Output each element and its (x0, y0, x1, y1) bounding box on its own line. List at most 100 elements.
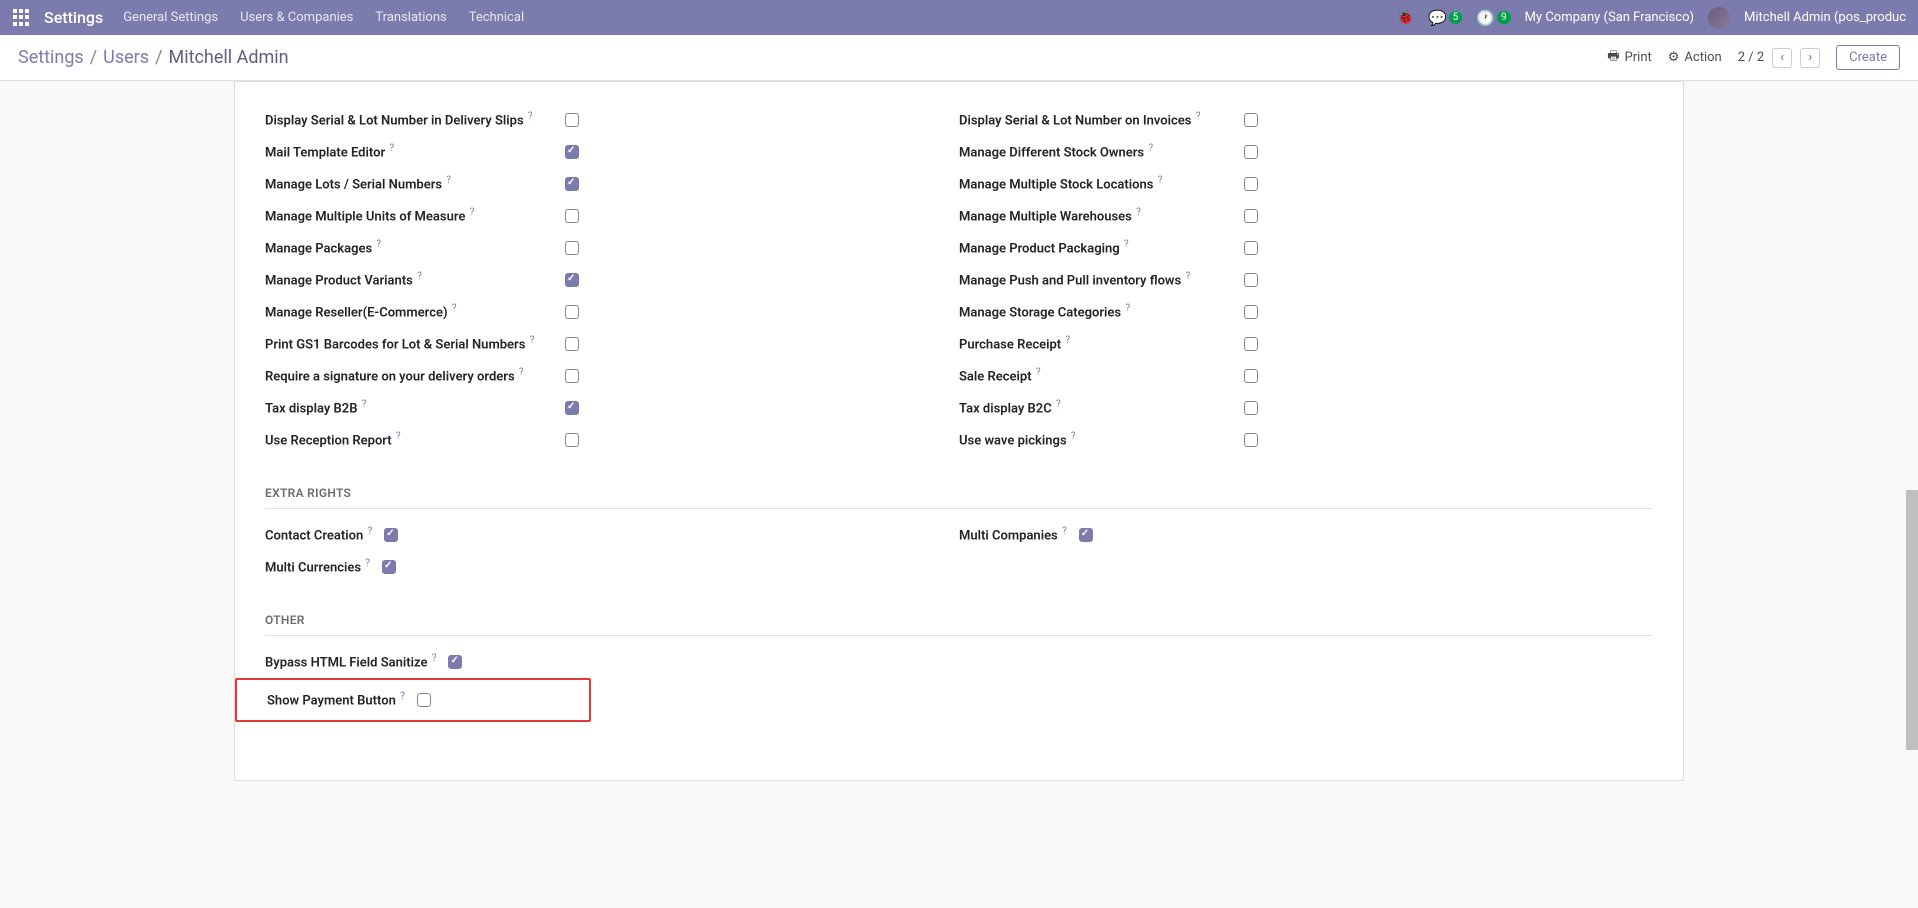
field-label: Multi Companies ? (959, 526, 1067, 543)
avatar[interactable] (1708, 7, 1730, 29)
help-icon[interactable]: ? (1136, 207, 1141, 218)
checkbox[interactable] (565, 401, 579, 415)
messages-icon[interactable]: 💬5 (1428, 9, 1462, 27)
field-label: Manage Storage Categories ? (959, 303, 1244, 320)
checkbox[interactable] (1244, 337, 1258, 351)
apps-icon[interactable] (12, 8, 32, 28)
help-icon[interactable]: ? (1071, 431, 1076, 442)
help-icon[interactable]: ? (528, 111, 533, 122)
help-icon[interactable]: ? (1148, 143, 1153, 154)
checkbox[interactable] (565, 369, 579, 383)
help-icon[interactable]: ? (1056, 399, 1061, 410)
checkbox[interactable] (565, 177, 579, 191)
help-icon[interactable]: ? (376, 239, 381, 250)
checkbox[interactable] (565, 113, 579, 127)
print-button[interactable]: 🖶Print (1607, 47, 1651, 69)
checkbox[interactable] (1244, 433, 1258, 447)
field-label: Manage Reseller(E-Commerce) ? (265, 303, 565, 320)
checkbox[interactable] (565, 273, 579, 287)
field-row: Use Reception Report ? (265, 424, 959, 456)
field-label: Print GS1 Barcodes for Lot & Serial Numb… (265, 335, 565, 352)
help-icon[interactable]: ? (1124, 239, 1129, 250)
field-label: Manage Multiple Stock Locations ? (959, 175, 1244, 192)
create-button[interactable]: Create (1836, 45, 1900, 70)
checkbox[interactable] (417, 693, 431, 707)
activities-icon[interactable]: 🕐9 (1476, 9, 1510, 27)
help-icon[interactable]: ? (1036, 367, 1041, 378)
help-icon[interactable]: ? (365, 558, 370, 569)
field-label: Manage Multiple Warehouses ? (959, 207, 1244, 224)
help-icon[interactable]: ? (1196, 111, 1201, 122)
checkbox[interactable] (1244, 177, 1258, 191)
field-label: Sale Receipt ? (959, 367, 1244, 384)
field-row: Show Payment Button ? (267, 684, 589, 716)
checkbox[interactable] (565, 305, 579, 319)
checkbox[interactable] (565, 337, 579, 351)
field-row: Manage Product Variants ? (265, 264, 959, 296)
checkbox[interactable] (565, 145, 579, 159)
user-name[interactable]: Mitchell Admin (pos_produc (1744, 10, 1906, 25)
help-icon[interactable]: ? (1062, 526, 1067, 537)
gear-icon: ⚙ (1668, 50, 1680, 65)
checkbox[interactable] (448, 655, 462, 669)
company-selector[interactable]: My Company (San Francisco) (1525, 10, 1694, 25)
checkbox[interactable] (1244, 113, 1258, 127)
pager-prev[interactable]: ‹ (1772, 48, 1792, 68)
field-label: Multi Currencies ? (265, 558, 370, 575)
field-row: Purchase Receipt ? (959, 328, 1653, 360)
checkbox[interactable] (384, 528, 398, 542)
toolbar-right: 🖶Print ⚙Action 2 / 2 ‹ › Create (1607, 45, 1900, 70)
help-icon[interactable]: ? (367, 526, 372, 537)
field-row: Manage Packages ? (265, 232, 959, 264)
form-sheet: Delivery Address ?Display Serial & Lot N… (234, 81, 1684, 781)
help-icon[interactable]: ? (1125, 303, 1130, 314)
field-row: Print GS1 Barcodes for Lot & Serial Numb… (265, 328, 959, 360)
help-icon[interactable]: ? (446, 175, 451, 186)
field-label: Display Serial & Lot Number in Delivery … (265, 111, 565, 128)
help-icon[interactable]: ? (470, 207, 475, 218)
pager-next[interactable]: › (1800, 48, 1820, 68)
help-icon[interactable]: ? (1065, 335, 1070, 346)
brand[interactable]: Settings (44, 8, 103, 27)
checkbox[interactable] (1079, 528, 1093, 542)
help-icon[interactable]: ? (452, 303, 457, 314)
debug-icon[interactable]: 🐞 (1397, 10, 1414, 26)
checkbox[interactable] (1244, 305, 1258, 319)
help-icon[interactable]: ? (1158, 175, 1163, 186)
bc-users[interactable]: Users (103, 47, 149, 68)
action-button[interactable]: ⚙Action (1668, 50, 1722, 65)
nav-technical[interactable]: Technical (469, 10, 524, 25)
checkbox[interactable] (1244, 273, 1258, 287)
help-icon[interactable]: ? (1185, 271, 1190, 282)
help-icon[interactable]: ? (530, 335, 535, 346)
checkbox[interactable] (1244, 369, 1258, 383)
nav-translations[interactable]: Translations (375, 10, 446, 25)
checkbox[interactable] (565, 209, 579, 223)
help-icon[interactable]: ? (417, 271, 422, 282)
field-row: Manage Storage Categories ? (959, 296, 1653, 328)
field-label: Manage Lots / Serial Numbers ? (265, 175, 565, 192)
checkbox[interactable] (565, 433, 579, 447)
field-row: Manage Different Stock Owners ? (959, 136, 1653, 168)
field-label: Purchase Receipt ? (959, 335, 1244, 352)
help-icon[interactable]: ? (432, 653, 437, 664)
nav-general[interactable]: General Settings (123, 10, 218, 25)
checkbox[interactable] (382, 560, 396, 574)
act-count: 9 (1497, 11, 1511, 24)
help-icon[interactable]: ? (396, 431, 401, 442)
help-icon[interactable]: ? (389, 143, 394, 154)
field-label: Tax display B2B ? (265, 399, 565, 416)
field-label: Display Serial & Lot Number on Invoices … (959, 111, 1244, 128)
checkbox[interactable] (565, 241, 579, 255)
bc-settings[interactable]: Settings (18, 47, 84, 68)
help-icon[interactable]: ? (519, 367, 524, 378)
checkbox[interactable] (1244, 145, 1258, 159)
checkbox[interactable] (1244, 401, 1258, 415)
scrollbar-thumb[interactable] (1906, 490, 1918, 750)
nav-users[interactable]: Users & Companies (240, 10, 353, 25)
help-icon[interactable]: ? (400, 691, 405, 702)
help-icon[interactable]: ? (362, 399, 367, 410)
checkbox[interactable] (1244, 241, 1258, 255)
field-row: Manage Multiple Units of Measure ? (265, 200, 959, 232)
checkbox[interactable] (1244, 209, 1258, 223)
